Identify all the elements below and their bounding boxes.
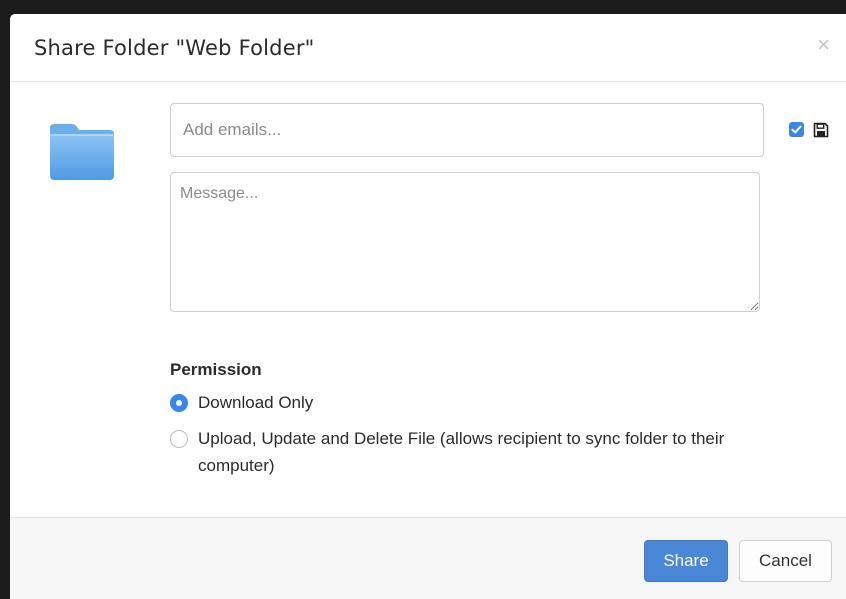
- checkmark-icon: [791, 125, 802, 134]
- dialog-footer: Share Cancel: [10, 517, 846, 599]
- cancel-button[interactable]: Cancel: [739, 540, 832, 582]
- floppy-disk-icon[interactable]: [813, 122, 829, 138]
- save-contacts-checkbox[interactable]: [789, 122, 804, 137]
- permission-label: Permission: [170, 360, 262, 379]
- share-button[interactable]: Share: [644, 540, 728, 582]
- folder-icon: [48, 122, 116, 182]
- radio-unselected[interactable]: [170, 430, 188, 448]
- dialog-title: Share Folder "Web Folder": [34, 36, 315, 60]
- permission-option-upload-update-delete[interactable]: Upload, Update and Delete File (allows r…: [170, 429, 750, 479]
- radio-selected[interactable]: [170, 394, 188, 412]
- permission-option-download-only[interactable]: Download Only: [170, 393, 313, 416]
- email-input[interactable]: [170, 103, 764, 157]
- close-icon[interactable]: ×: [817, 34, 830, 56]
- message-textarea[interactable]: [170, 172, 760, 312]
- dialog-header: Share Folder "Web Folder" ×: [10, 14, 846, 82]
- radio-label: Download Only: [198, 393, 314, 412]
- share-folder-dialog: Share Folder "Web Folder" × Add emails..…: [10, 14, 846, 599]
- radio-label: Upload, Update and Delete File (allows r…: [198, 429, 725, 475]
